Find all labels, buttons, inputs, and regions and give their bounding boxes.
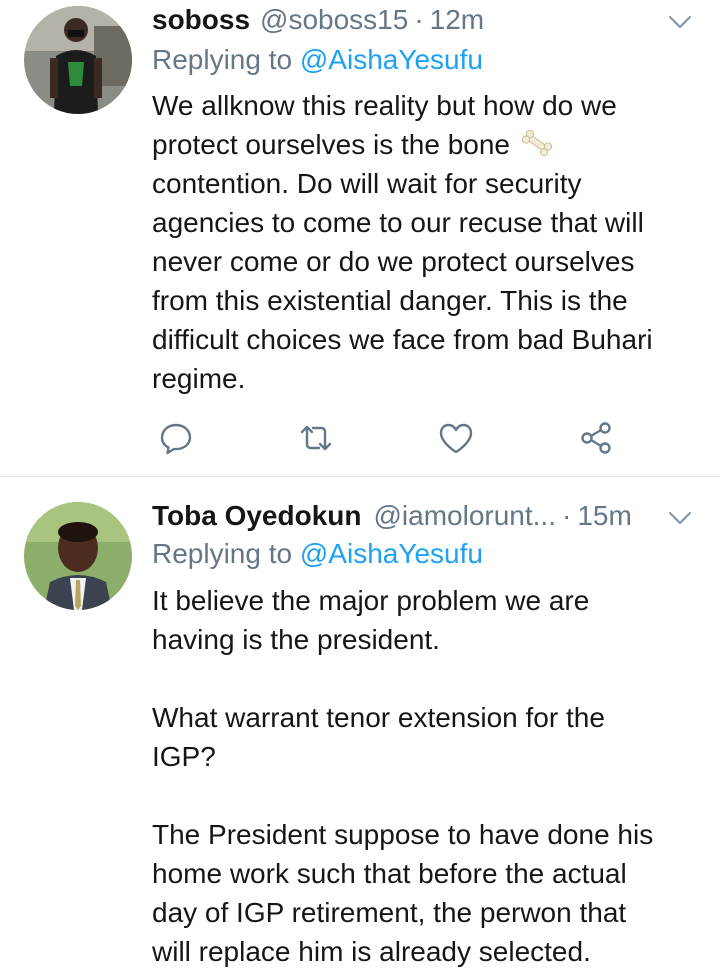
author-handle[interactable]: @soboss15 xyxy=(260,4,408,36)
tweet[interactable]: Toba Oyedokun @iamolorunt... · 15m Reply… xyxy=(0,477,720,968)
reply-icon[interactable] xyxy=(156,418,196,458)
mention-link[interactable]: @AishaYesufu xyxy=(300,44,483,75)
author-handle[interactable]: @iamolorunt... xyxy=(374,500,557,532)
replying-to: Replying to @AishaYesufu xyxy=(152,44,483,76)
bone-emoji xyxy=(521,129,552,157)
replying-to: Replying to @AishaYesufu xyxy=(152,538,483,570)
timestamp[interactable]: 15m xyxy=(577,500,631,532)
timestamp[interactable]: 12m xyxy=(430,4,484,36)
share-icon[interactable] xyxy=(576,418,616,458)
separator: · xyxy=(414,4,424,35)
author-name[interactable]: Toba Oyedokun xyxy=(152,500,362,532)
tweet[interactable]: soboss @soboss15 · 12m Replying to @Aish… xyxy=(0,0,720,476)
separator: · xyxy=(562,500,572,531)
replying-prefix: Replying to xyxy=(152,538,300,569)
chevron-down-icon[interactable] xyxy=(666,8,694,36)
like-icon[interactable] xyxy=(436,418,476,458)
tweet-header: soboss @soboss15 · 12m xyxy=(152,0,696,40)
tweet-text-part: contention. Do will wait for security ag… xyxy=(152,168,653,394)
tweet-text: We allknow this reality but how do we pr… xyxy=(152,86,712,398)
avatar[interactable] xyxy=(24,502,132,610)
retweet-icon[interactable] xyxy=(296,418,336,458)
mention-link[interactable]: @AishaYesufu xyxy=(300,538,483,569)
avatar[interactable] xyxy=(24,6,132,114)
replying-prefix: Replying to xyxy=(152,44,300,75)
tweet-actions xyxy=(152,418,632,458)
chevron-down-icon[interactable] xyxy=(666,504,694,532)
tweet-header: Toba Oyedokun @iamolorunt... · 15m xyxy=(152,496,696,536)
tweet-text: It believe the major problem we are havi… xyxy=(152,585,654,967)
author-name[interactable]: soboss xyxy=(152,4,250,36)
